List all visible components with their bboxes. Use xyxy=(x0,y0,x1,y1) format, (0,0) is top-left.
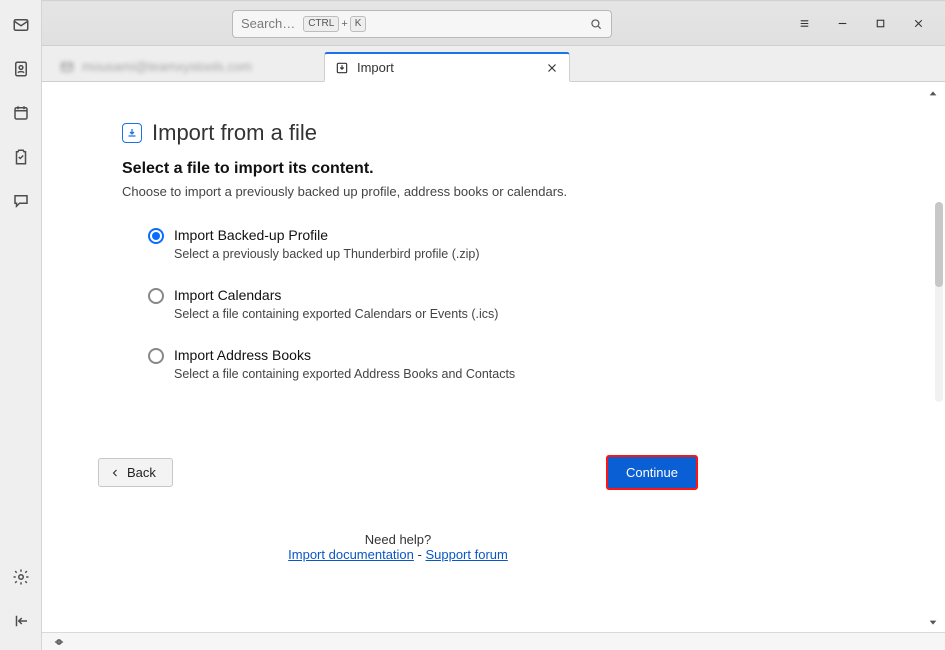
continue-button[interactable]: Continue xyxy=(606,455,698,490)
main-area: Search… CTRL + K mousami@teamxyst xyxy=(42,0,945,650)
radio-icon[interactable] xyxy=(148,228,164,244)
minimize-button[interactable] xyxy=(823,9,861,39)
help-sep: - xyxy=(414,547,426,562)
kbd-ctrl: CTRL xyxy=(303,16,339,32)
page-description: Choose to import a previously backed up … xyxy=(122,184,674,199)
app-menu-button[interactable] xyxy=(785,9,823,39)
titlebar: Search… CTRL + K xyxy=(42,2,945,46)
close-tab-icon[interactable] xyxy=(545,61,559,75)
option-desc: Select a file containing exported Addres… xyxy=(174,367,515,381)
option-title: Import Calendars xyxy=(174,287,498,303)
tab-import-label: Import xyxy=(357,60,545,75)
option-title: Import Address Books xyxy=(174,347,515,363)
maximize-button[interactable] xyxy=(861,9,899,39)
help-need: Need help? xyxy=(98,532,698,547)
continue-label: Continue xyxy=(626,465,678,480)
search-icon xyxy=(589,17,603,31)
radio-icon[interactable] xyxy=(148,288,164,304)
tab-account[interactable]: mousami@teamxystools.com xyxy=(56,51,264,82)
chat-icon[interactable] xyxy=(6,186,36,216)
import-card: Import from a file Select a file to impo… xyxy=(98,112,698,437)
help-section: Need help? Import documentation - Suppor… xyxy=(98,532,698,562)
close-window-button[interactable] xyxy=(899,9,937,39)
back-button[interactable]: Back xyxy=(98,458,173,487)
import-from-file-icon xyxy=(122,123,142,143)
addressbook-icon[interactable] xyxy=(6,54,36,84)
scroll-down-arrow[interactable] xyxy=(925,614,941,630)
calendar-icon[interactable] xyxy=(6,98,36,128)
window-controls xyxy=(785,9,937,39)
page-subtitle: Select a file to import its content. xyxy=(122,160,674,178)
search-placeholder: Search… xyxy=(241,16,295,31)
tabstrip: mousami@teamxystools.com Import xyxy=(42,46,945,82)
radio-icon[interactable] xyxy=(148,348,164,364)
tab-import[interactable]: Import xyxy=(324,52,570,82)
scroll-up-arrow[interactable] xyxy=(925,86,941,102)
search-input[interactable]: Search… CTRL + K xyxy=(232,10,612,38)
link-import-docs[interactable]: Import documentation xyxy=(288,547,414,562)
scrollbar-thumb[interactable] xyxy=(935,202,943,287)
settings-icon[interactable] xyxy=(6,562,36,592)
kbd-plus: + xyxy=(341,18,347,30)
kbd-k: K xyxy=(350,16,367,32)
collapse-icon[interactable] xyxy=(6,606,36,636)
activity-icon xyxy=(52,635,66,649)
option-calendars[interactable]: Import Calendars Select a file containin… xyxy=(148,287,674,321)
page-title: Import from a file xyxy=(152,120,317,146)
option-desc: Select a previously backed up Thunderbir… xyxy=(174,247,480,261)
back-label: Back xyxy=(127,465,156,480)
option-title: Import Backed-up Profile xyxy=(174,227,480,243)
link-support-forum[interactable]: Support forum xyxy=(425,547,507,562)
mail-icon[interactable] xyxy=(6,10,36,40)
chevron-left-icon xyxy=(109,467,121,479)
option-desc: Select a file containing exported Calend… xyxy=(174,307,498,321)
content-wrap: Import from a file Select a file to impo… xyxy=(42,82,945,650)
option-backed-up-profile[interactable]: Import Backed-up Profile Select a previo… xyxy=(148,227,674,261)
left-rail xyxy=(0,0,42,650)
tasks-icon[interactable] xyxy=(6,142,36,172)
option-address-books[interactable]: Import Address Books Select a file conta… xyxy=(148,347,674,381)
tab-account-label: mousami@teamxystools.com xyxy=(82,59,252,74)
import-options: Import Backed-up Profile Select a previo… xyxy=(122,227,674,381)
statusbar xyxy=(42,632,945,650)
footer-row: Back Continue xyxy=(98,455,698,490)
import-icon xyxy=(335,61,349,75)
